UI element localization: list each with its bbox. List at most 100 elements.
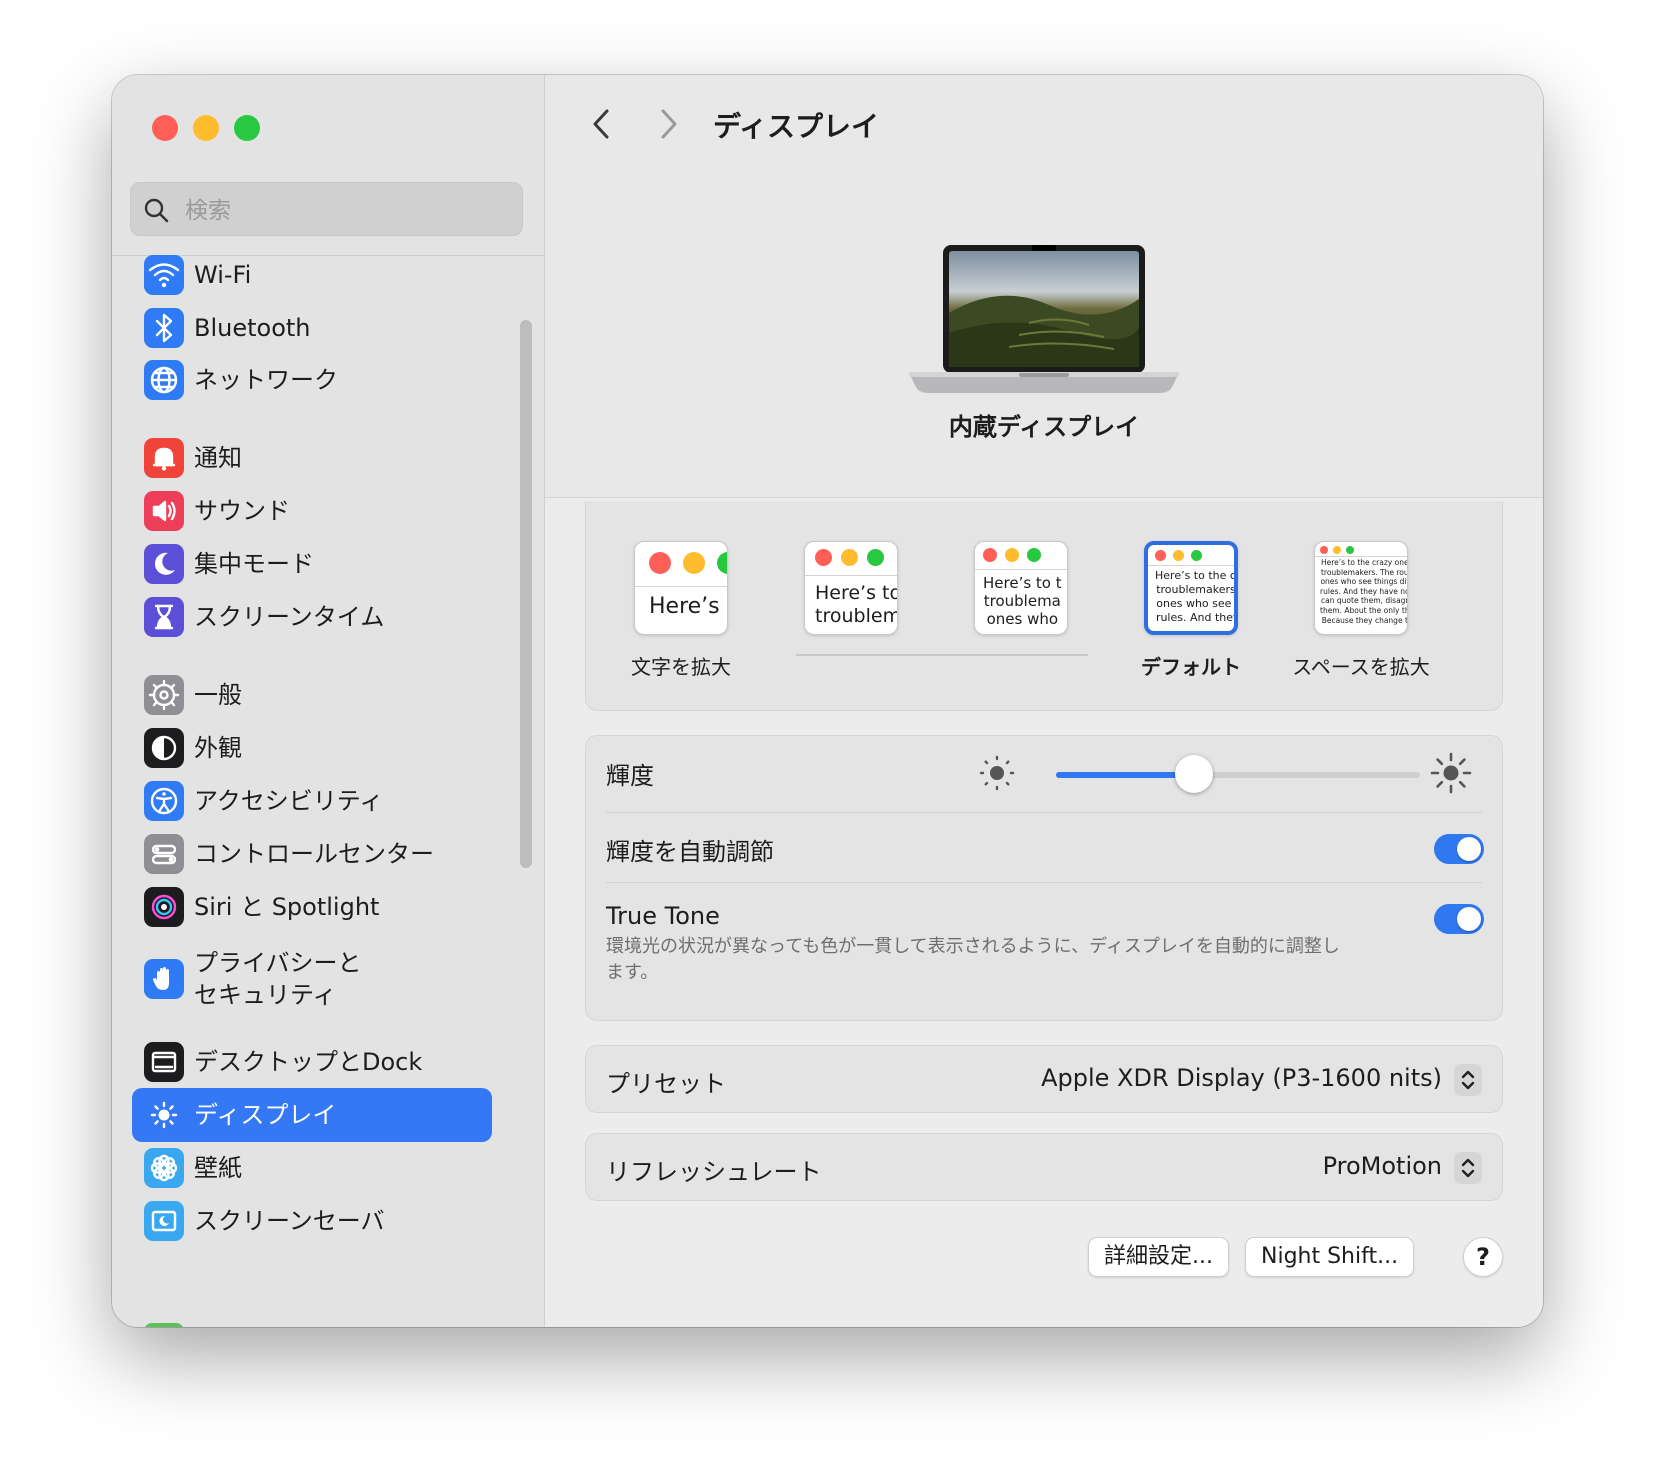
sidebar-item[interactable]: サウンド — [132, 484, 492, 538]
resolution-option[interactable]: Here’s 文字を拡大 — [596, 541, 766, 680]
sidebar-item-label: 外観 — [194, 734, 242, 762]
preview-sample-text: Here’s to t troublema ones who — [983, 574, 1062, 628]
resolution-scale-line — [796, 654, 1088, 656]
sidebar-next-item-peek — [144, 1323, 184, 1327]
sidebar-item[interactable]: 壁紙 — [132, 1141, 492, 1195]
resolution-option-label: スペースを拡大 — [1292, 655, 1430, 679]
sidebar-item[interactable]: 外観 — [132, 721, 492, 775]
sidebar-item[interactable]: Siri と Spotlight — [132, 880, 492, 934]
preview-titlebar-line — [1315, 556, 1407, 557]
sidebar-item-label: 集中モード — [194, 550, 314, 578]
sidebar-item-label: プライバシーと セキュリティ — [194, 949, 362, 1009]
sidebar-item[interactable]: ディスプレイ — [132, 1088, 492, 1142]
preview-sample-text: Here’s — [649, 594, 720, 619]
sidebar-item[interactable]: 通知 — [132, 431, 492, 485]
brightness-high-icon — [1430, 752, 1472, 794]
forward-chevron-icon[interactable] — [655, 107, 683, 141]
resolution-preview[interactable]: Here’s to troublem — [804, 541, 898, 635]
speaker-icon — [144, 491, 184, 531]
moon-icon — [144, 544, 184, 584]
sidebar-item[interactable]: コントロールセンター — [132, 827, 492, 881]
preset-label: プリセット — [606, 1070, 726, 1098]
preview-window-controls — [983, 548, 1041, 562]
sidebar-item[interactable]: Wi-Fi — [132, 248, 492, 302]
sidebar-item[interactable]: 集中モード — [132, 537, 492, 591]
brightness-slider-knob[interactable] — [1175, 755, 1214, 793]
page-title: ディスプレイ — [713, 110, 880, 143]
display-name: 内蔵ディスプレイ — [948, 413, 1140, 441]
settings-window: Wi-Fi Bluetooth ネットワーク通知サウンド集中モードスクリーンタイム一… — [112, 75, 1543, 1327]
sidebar-item[interactable]: スクリーンタイム — [132, 590, 492, 644]
sidebar-item-label: ディスプレイ — [194, 1101, 337, 1129]
preview-titlebar-line — [805, 575, 897, 576]
auto-brightness-toggle[interactable] — [1434, 834, 1484, 864]
advanced-settings-button[interactable]: 詳細設定... — [1088, 1237, 1229, 1277]
sidebar-item[interactable]: 一般 — [132, 668, 492, 722]
preview-window-controls — [1320, 546, 1354, 554]
siri-icon — [144, 887, 184, 927]
brightness-card: 輝度 輝度を自動調節 True Tone 環境光の状況が異なっても色が一貫して表… — [585, 735, 1503, 1021]
up-down-chevron-icon — [1461, 1158, 1475, 1178]
resolution-preview[interactable]: Here’s to the cr troublemakers. ones who… — [1144, 541, 1238, 635]
resolution-option[interactable]: Here’s to t troublema ones who — [936, 541, 1106, 635]
preset-row[interactable]: プリセット Apple XDR Display (P3-1600 nits) — [585, 1045, 1503, 1113]
refresh-rate-row[interactable]: リフレッシュレート ProMotion — [585, 1133, 1503, 1201]
preview-sample-text: Here’s to the cr troublemakers. ones who… — [1155, 569, 1238, 624]
preview-titlebar-line — [635, 586, 727, 587]
window-controls — [152, 115, 260, 141]
sidebar-item[interactable]: プライバシーと セキュリティ — [132, 945, 492, 1013]
resolution-option[interactable]: Here’s to the cr troublemakers. ones who… — [1106, 541, 1276, 680]
sidebar-scrollbar[interactable] — [520, 320, 532, 868]
sidebar-item-label: 通知 — [194, 444, 242, 472]
refresh-rate-stepper[interactable] — [1454, 1152, 1482, 1184]
sidebar-item-label: 一般 — [194, 681, 242, 709]
resolution-option-label: 文字を拡大 — [631, 655, 731, 679]
true-tone-description: 環境光の状況が異なっても色が一貫して表示されるように、ディスプレイを自動的に調整… — [606, 936, 1340, 983]
preview-titlebar-line — [975, 569, 1067, 570]
preset-stepper[interactable] — [1454, 1064, 1482, 1096]
minimize-button[interactable] — [193, 115, 219, 141]
sidebar-item[interactable]: ネットワーク — [132, 353, 492, 407]
refresh-rate-value[interactable]: ProMotion — [1323, 1152, 1442, 1180]
resolution-preview[interactable]: Here’s to the crazy one troublemakers. T… — [1314, 541, 1408, 635]
sidebar-item[interactable]: デスクトップとDock — [132, 1035, 492, 1089]
resolution-option[interactable]: Here’s to troublem — [766, 541, 936, 635]
sidebar-item-label: スクリーンタイム — [194, 603, 385, 631]
sidebar: Wi-Fi Bluetooth ネットワーク通知サウンド集中モードスクリーンタイム一… — [112, 75, 545, 1327]
sidebar-item[interactable]: Bluetooth — [132, 301, 492, 355]
sidebar-item-label: コントロールセンター — [194, 840, 434, 868]
control-center-icon — [144, 834, 184, 874]
sidebar-item[interactable]: スクリーンセーバ — [132, 1194, 492, 1248]
resolution-preview[interactable]: Here’s — [634, 541, 728, 635]
close-button[interactable] — [152, 115, 178, 141]
resolution-option[interactable]: Here’s to the crazy one troublemakers. T… — [1276, 541, 1446, 680]
sidebar-item-label: Siri と Spotlight — [194, 893, 380, 921]
preset-value[interactable]: Apple XDR Display (P3-1600 nits) — [1041, 1064, 1442, 1092]
zoom-button[interactable] — [234, 115, 260, 141]
sidebar-item-label: デスクトップとDock — [194, 1048, 423, 1076]
appearance-icon — [144, 728, 184, 768]
help-button[interactable]: ? — [1463, 1237, 1503, 1277]
preview-sample-text: Here’s to the crazy one troublemakers. T… — [1320, 558, 1408, 625]
sidebar-item[interactable]: アクセシビリティ — [132, 774, 492, 828]
back-chevron-icon[interactable] — [587, 107, 615, 141]
brightness-low-icon — [979, 755, 1015, 791]
search-field[interactable] — [130, 182, 523, 236]
resolution-card: Here’s 文字を拡大 Here’s to troublem Here’s to t… — [585, 501, 1503, 711]
gear-icon — [144, 675, 184, 715]
main-pane: ディスプレイ 内蔵ディスプレイ Here’s 文字を拡大 Here’s t tr… — [545, 75, 1543, 1327]
bluetooth-icon — [144, 308, 184, 348]
bell-icon — [144, 438, 184, 478]
sidebar-item-label: Bluetooth — [194, 314, 311, 342]
sidebar-item-label: Wi-Fi — [194, 261, 252, 289]
night-shift-button[interactable]: Night Shift... — [1245, 1237, 1415, 1277]
accessibility-icon — [144, 781, 184, 821]
refresh-rate-label: リフレッシュレート — [606, 1158, 822, 1186]
resolution-preview[interactable]: Here’s to t troublema ones who — [974, 541, 1068, 635]
true-tone-toggle[interactable] — [1434, 904, 1484, 934]
brightness-slider-fill — [1056, 772, 1195, 778]
search-input[interactable] — [183, 193, 507, 229]
brightness-slider[interactable] — [1056, 755, 1420, 793]
display-sun-icon — [144, 1095, 184, 1135]
resolution-option-label: デフォルト — [1141, 655, 1241, 679]
